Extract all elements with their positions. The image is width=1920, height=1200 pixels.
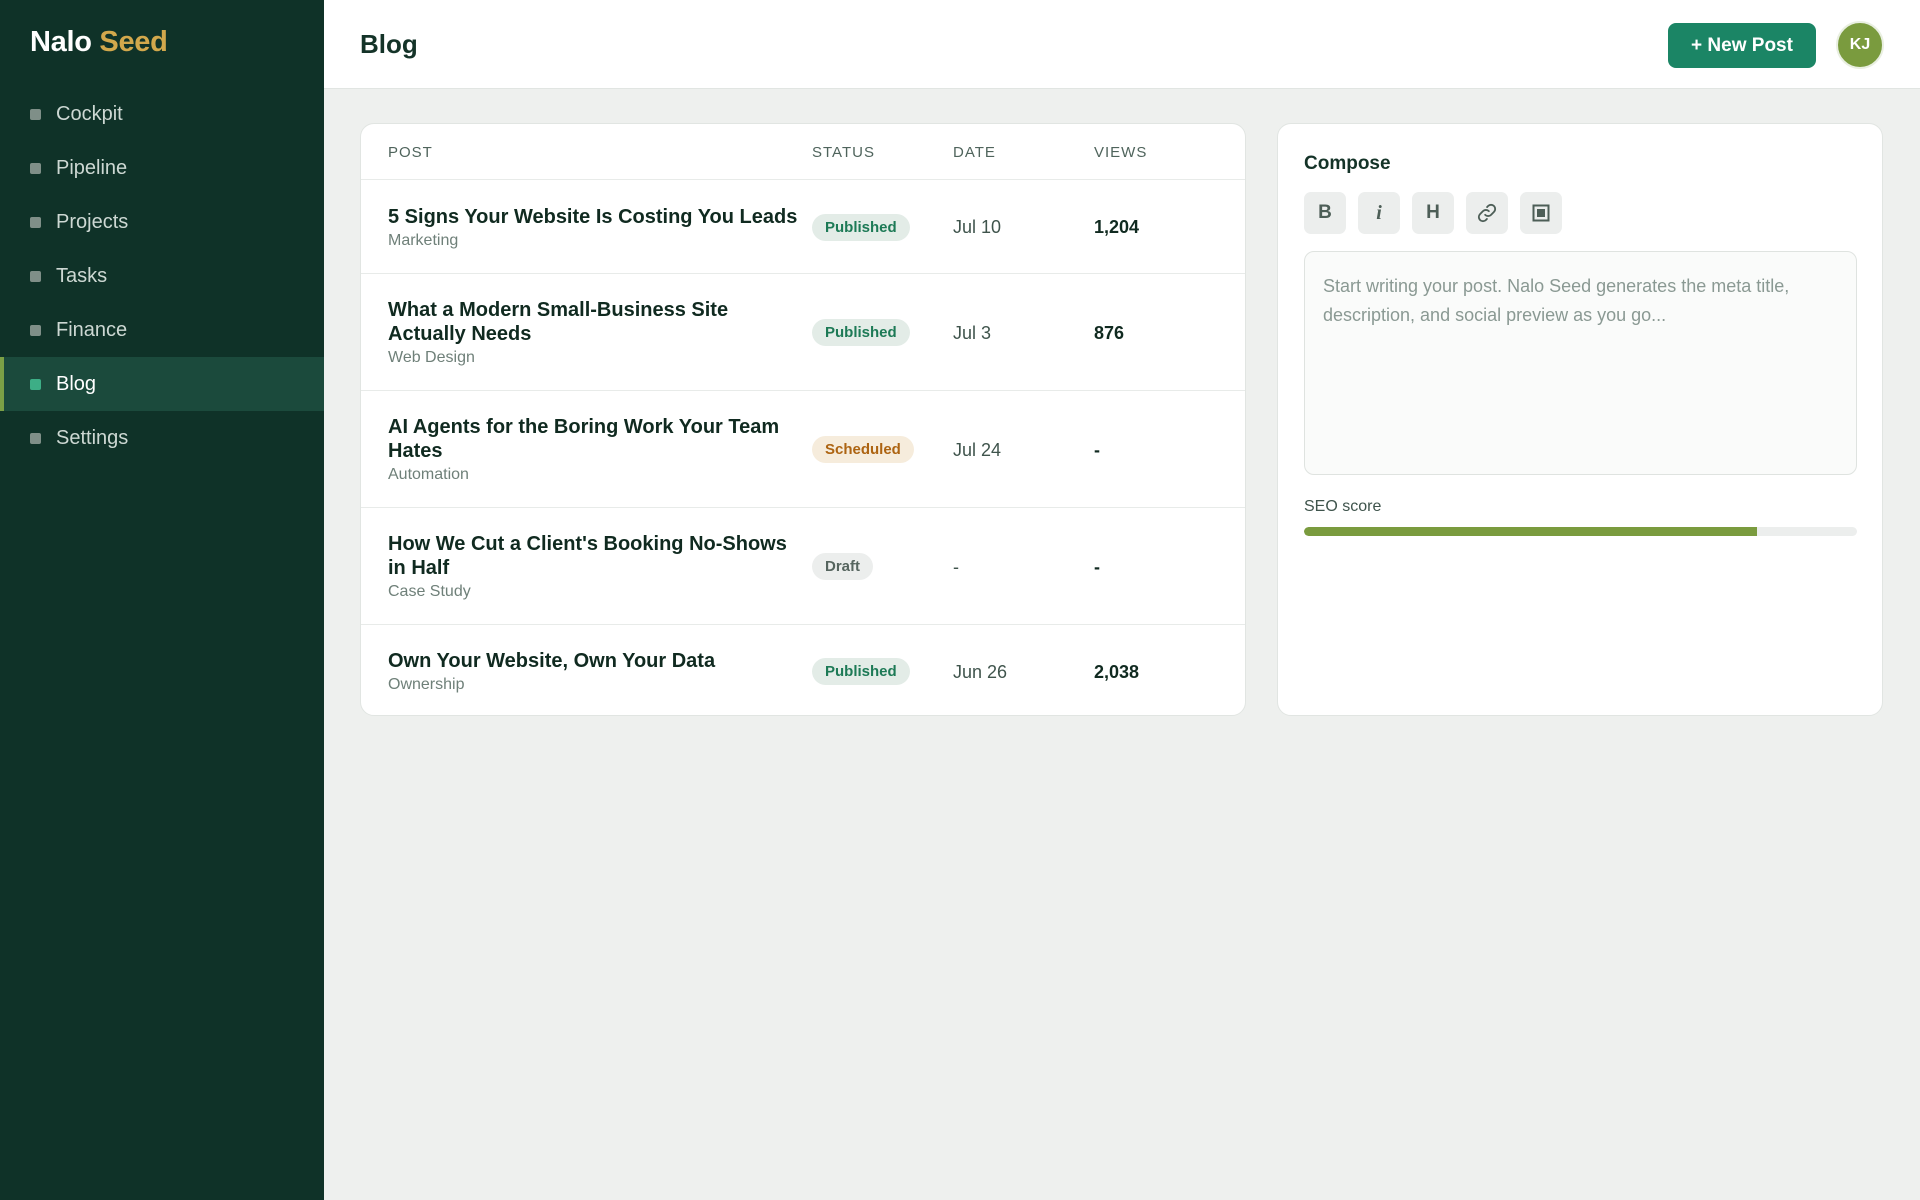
post-cell: 5 Signs Your Website Is Costing You Lead… (388, 205, 808, 250)
bold-button[interactable]: B (1304, 192, 1346, 234)
post-views: - (1094, 440, 1100, 460)
formatting-toolbar: B i H (1304, 192, 1562, 234)
sidebar-item-cockpit[interactable]: Cockpit (0, 87, 324, 141)
table-body: 5 Signs Your Website Is Costing You Lead… (361, 180, 1245, 715)
brand-name-part2: Seed (99, 26, 168, 58)
column-header-date[interactable]: DATE (953, 144, 996, 161)
column-header-status[interactable]: STATUS (812, 144, 875, 161)
link-icon (1477, 203, 1497, 223)
compose-title: Compose (1304, 153, 1391, 174)
post-views: 876 (1094, 323, 1125, 343)
compose-panel: Compose B i H SEO score (1277, 123, 1883, 716)
post-cell: Own Your Website, Own Your Data Ownership (388, 649, 808, 694)
sidebar-item-projects[interactable]: Projects (0, 195, 324, 249)
post-title[interactable]: How We Cut a Client's Booking No-Shows i… (388, 532, 808, 580)
status-badge: Draft (812, 553, 874, 580)
top-bar: Blog + New Post KJ (324, 0, 1920, 89)
sidebar-item-settings[interactable]: Settings (0, 411, 324, 465)
link-button[interactable] (1466, 192, 1508, 234)
brand-name-part1: Nalo (30, 26, 92, 58)
post-views: 2,038 (1094, 662, 1140, 682)
sidebar-item-blog[interactable]: Blog (0, 357, 324, 411)
post-category: Ownership (388, 676, 465, 693)
post-cell: What a Modern Small-Business Site Actual… (388, 298, 808, 367)
post-cell: AI Agents for the Boring Work Your Team … (388, 415, 808, 484)
post-category: Case Study (388, 583, 471, 600)
sidebar-item-label: Blog (56, 372, 97, 395)
post-title[interactable]: Own Your Website, Own Your Data (388, 649, 808, 673)
brand-logo[interactable]: Nalo Seed (30, 26, 168, 59)
table-header: POST STATUS DATE VIEWS (361, 124, 1245, 180)
sidebar-nav: Cockpit Pipeline Projects Tasks Finance Blog S… (0, 87, 324, 465)
page-title: Blog (360, 29, 418, 59)
heading-button[interactable]: H (1412, 192, 1454, 234)
nav-bullet-icon (30, 432, 41, 444)
post-category: Automation (388, 466, 469, 483)
new-post-button[interactable]: + New Post (1668, 23, 1816, 68)
avatar[interactable]: KJ (1836, 21, 1884, 69)
post-views: - (1094, 557, 1100, 577)
sidebar-item-tasks[interactable]: Tasks (0, 249, 324, 303)
table-row[interactable]: 5 Signs Your Website Is Costing You Lead… (361, 180, 1245, 274)
table-row[interactable]: Own Your Website, Own Your Data Ownership… (361, 625, 1245, 715)
post-title[interactable]: AI Agents for the Boring Work Your Team … (388, 415, 808, 463)
sidebar-item-label: Settings (56, 426, 129, 449)
post-title[interactable]: 5 Signs Your Website Is Costing You Lead… (388, 205, 808, 229)
seo-score-bar (1304, 527, 1857, 536)
post-category: Marketing (388, 232, 459, 249)
sidebar-item-label: Projects (56, 210, 129, 233)
seo-score-fill (1304, 527, 1758, 536)
sidebar-item-pipeline[interactable]: Pipeline (0, 141, 324, 195)
seo-score-label: SEO score (1304, 498, 1382, 515)
status-badge: Published (812, 214, 910, 241)
posts-table: POST STATUS DATE VIEWS 5 Signs Your Webs… (360, 123, 1246, 716)
post-cell: How We Cut a Client's Booking No-Shows i… (388, 532, 808, 601)
column-header-views[interactable]: VIEWS (1094, 144, 1147, 161)
post-category: Web Design (388, 349, 475, 366)
nav-bullet-icon (30, 162, 41, 174)
sidebar-item-label: Pipeline (56, 156, 128, 179)
post-date: Jun 26 (953, 662, 1008, 682)
nav-bullet-icon (30, 270, 41, 282)
status-badge: Scheduled (812, 436, 914, 463)
nav-bullet-icon (30, 108, 41, 120)
sidebar: Nalo Seed Cockpit Pipeline Projects Tasks Fi… (0, 0, 324, 1200)
nav-bullet-icon (30, 324, 41, 336)
italic-button[interactable]: i (1358, 192, 1400, 234)
table-row[interactable]: How We Cut a Client's Booking No-Shows i… (361, 508, 1245, 625)
sidebar-item-label: Finance (56, 318, 128, 341)
column-header-post[interactable]: POST (388, 144, 433, 161)
post-title[interactable]: What a Modern Small-Business Site Actual… (388, 298, 808, 346)
nav-bullet-icon (30, 216, 41, 228)
image-icon (1532, 204, 1550, 222)
status-badge: Published (812, 319, 910, 346)
post-views: 1,204 (1094, 217, 1140, 237)
image-button[interactable] (1520, 192, 1562, 234)
post-date: Jul 3 (953, 323, 992, 343)
table-row[interactable]: What a Modern Small-Business Site Actual… (361, 274, 1245, 391)
status-badge: Published (812, 658, 910, 685)
post-editor[interactable] (1304, 251, 1857, 475)
table-row[interactable]: AI Agents for the Boring Work Your Team … (361, 391, 1245, 508)
sidebar-item-label: Tasks (56, 264, 108, 287)
post-date: Jul 24 (953, 440, 1002, 460)
post-date: Jul 10 (953, 217, 1002, 237)
sidebar-item-finance[interactable]: Finance (0, 303, 324, 357)
nav-bullet-icon (30, 378, 41, 390)
post-date: - (953, 557, 959, 577)
sidebar-item-label: Cockpit (56, 102, 123, 125)
